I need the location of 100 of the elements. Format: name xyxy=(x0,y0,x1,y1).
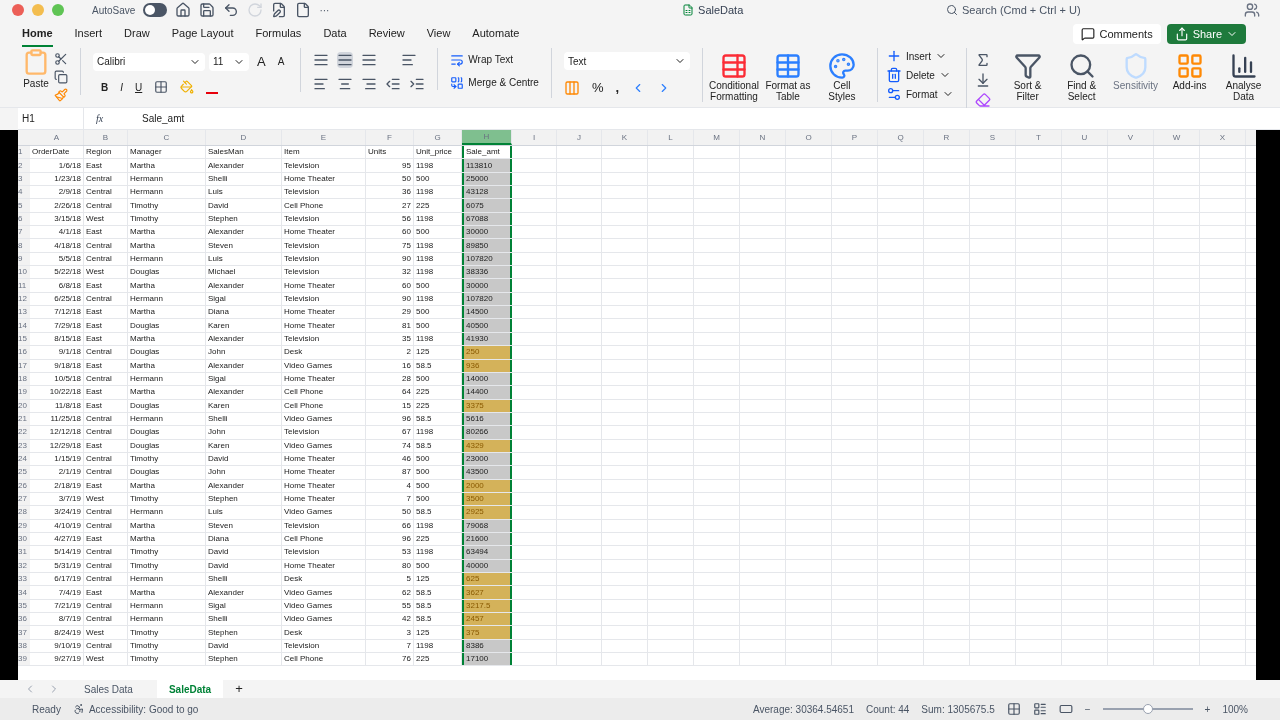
row-number[interactable]: 10 xyxy=(18,266,30,279)
ribbon-tab[interactable]: Page Layout xyxy=(171,20,234,48)
column-header[interactable]: F xyxy=(366,130,414,145)
column-header[interactable]: L xyxy=(648,130,694,145)
comments-button[interactable]: Comments xyxy=(1073,24,1161,44)
search-field[interactable]: Search (Cmd + Ctrl + U) xyxy=(946,2,1176,18)
sheet-tab[interactable]: Sales Data xyxy=(72,680,145,698)
ribbon-button[interactable]: Format as Table xyxy=(764,52,811,102)
bold-button[interactable]: B xyxy=(101,79,109,95)
shrink-font-button[interactable]: A xyxy=(273,54,289,70)
people-icon[interactable] xyxy=(1244,2,1260,18)
column-header[interactable]: P xyxy=(832,130,878,145)
fx-icon[interactable]: fx xyxy=(96,111,104,126)
column-header[interactable]: N xyxy=(740,130,786,145)
row-number[interactable]: 28 xyxy=(18,506,30,519)
row-number[interactable]: 4 xyxy=(18,186,30,199)
column-header[interactable]: W xyxy=(1154,130,1200,145)
font-size-field[interactable]: 11 xyxy=(209,52,249,71)
ribbon-button[interactable]: Conditional Formatting xyxy=(710,52,757,102)
paste-label[interactable]: Paste xyxy=(23,76,49,91)
formula-field[interactable]: Sale_amt xyxy=(142,111,1280,126)
ribbon-tab[interactable]: Home xyxy=(22,20,53,48)
zoom-slider-thumb[interactable] xyxy=(1142,704,1153,714)
align-left-icon[interactable] xyxy=(313,76,330,92)
row-number[interactable]: 39 xyxy=(18,653,30,666)
name-box[interactable]: H1 xyxy=(18,108,84,129)
fill-color-icon[interactable] xyxy=(180,80,195,94)
autosave-toggle[interactable] xyxy=(143,3,168,17)
zoom-in-button[interactable]: + xyxy=(1204,701,1211,717)
column-header[interactable]: E xyxy=(282,130,366,145)
ribbon-button[interactable]: Analyse Data xyxy=(1218,52,1269,102)
row-number[interactable]: 13 xyxy=(18,306,30,319)
ribbon-tab[interactable]: View xyxy=(426,20,451,48)
cells-button[interactable]: Format xyxy=(885,86,954,102)
row-number[interactable]: 33 xyxy=(18,573,30,586)
row-number[interactable]: 34 xyxy=(18,586,30,599)
ribbon-tab[interactable]: Review xyxy=(368,20,405,48)
wrap-text-button[interactable]: Wrap Text xyxy=(450,52,539,67)
align-center-icon[interactable] xyxy=(337,76,354,92)
underline-button[interactable]: U xyxy=(135,79,143,95)
font-name-field[interactable]: Calibri xyxy=(93,52,205,71)
row-number[interactable]: 19 xyxy=(18,386,30,399)
add-sheet-button[interactable]: + xyxy=(235,679,243,699)
merge-centre-button[interactable]: Merge & Centre xyxy=(450,75,539,90)
page-layout-icon[interactable] xyxy=(1032,702,1047,716)
increase-indent-icon[interactable] xyxy=(409,76,426,92)
row-number[interactable]: 16 xyxy=(18,346,30,359)
row-number[interactable]: 8 xyxy=(18,239,30,252)
column-header[interactable]: S xyxy=(970,130,1016,145)
column-header[interactable]: C xyxy=(128,130,206,145)
row-number[interactable]: 2 xyxy=(18,159,30,172)
ribbon-tab[interactable]: Automate xyxy=(472,20,520,48)
save-icon[interactable] xyxy=(199,2,216,18)
row-number[interactable]: 14 xyxy=(18,319,30,332)
normal-view-icon[interactable] xyxy=(1006,702,1021,716)
column-header[interactable]: I xyxy=(512,130,557,145)
column-header[interactable]: B xyxy=(84,130,128,145)
copy-icon[interactable] xyxy=(54,70,68,84)
share-button[interactable]: Share xyxy=(1166,24,1246,44)
accessibility-status[interactable]: Accessibility: Good to go xyxy=(72,701,199,717)
column-header[interactable]: O xyxy=(786,130,832,145)
align-top-icon[interactable] xyxy=(313,52,330,68)
cut-icon[interactable] xyxy=(54,52,68,66)
sheet-tab[interactable]: SaleData xyxy=(156,680,224,698)
eraser-icon[interactable] xyxy=(974,92,991,108)
edit-file-icon[interactable] xyxy=(271,2,288,18)
column-header[interactable]: X xyxy=(1200,130,1246,145)
ribbon-tab[interactable]: Formulas xyxy=(255,20,302,48)
align-right-icon[interactable] xyxy=(361,76,378,92)
column-header[interactable]: A xyxy=(30,130,84,145)
zoom-out-button[interactable]: − xyxy=(1084,701,1091,717)
percent-button[interactable]: % xyxy=(591,78,604,98)
row-number[interactable]: 5 xyxy=(18,199,30,212)
column-header[interactable]: R xyxy=(924,130,970,145)
row-number[interactable]: 1 xyxy=(18,146,30,159)
borders-icon[interactable] xyxy=(154,80,169,94)
column-header[interactable]: D xyxy=(206,130,282,145)
home-icon[interactable] xyxy=(175,2,192,18)
ribbon-button[interactable]: Find & Select xyxy=(1056,52,1107,102)
comma-button[interactable]: , xyxy=(615,78,620,98)
file-icon[interactable] xyxy=(295,2,312,18)
row-number[interactable]: 37 xyxy=(18,626,30,639)
ribbon-button[interactable]: Add-ins xyxy=(1164,52,1215,102)
column-header[interactable]: V xyxy=(1108,130,1154,145)
column-header[interactable]: K xyxy=(602,130,648,145)
column-header[interactable]: J xyxy=(557,130,602,145)
undo-icon[interactable] xyxy=(223,2,240,18)
grow-font-button[interactable]: A xyxy=(253,52,270,72)
align-bottom-icon[interactable] xyxy=(361,52,378,68)
more-button[interactable]: ··· xyxy=(319,2,330,18)
italic-button[interactable]: I xyxy=(120,79,123,95)
cells-button[interactable]: Delete xyxy=(885,67,954,83)
ribbon-tab[interactable]: Data xyxy=(323,20,347,48)
row-number[interactable]: 36 xyxy=(18,613,30,626)
number-format-field[interactable]: Text xyxy=(563,52,690,70)
column-header[interactable]: T xyxy=(1016,130,1062,145)
ribbon-tab[interactable]: Insert xyxy=(74,20,103,48)
page-break-icon[interactable] xyxy=(1058,702,1073,716)
row-number[interactable]: 7 xyxy=(18,226,30,239)
row-number[interactable]: 31 xyxy=(18,546,30,559)
